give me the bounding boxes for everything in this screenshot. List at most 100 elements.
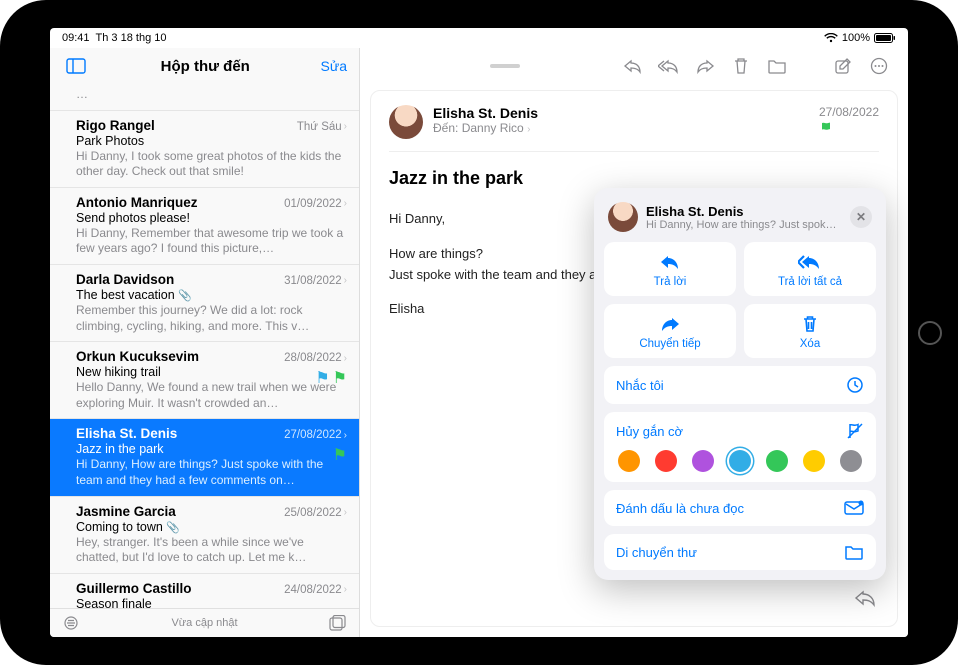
mark-unread-row[interactable]: Đánh dấu là chưa đọc [604,490,876,526]
message-to[interactable]: Đến: Danny Rico › [433,121,538,135]
forward-toolbar-button[interactable] [690,54,720,78]
chevron-right-icon: › [344,430,347,441]
flag-color-blue[interactable] [729,450,751,472]
mail-sender: Orkun Kucuksevim [76,349,199,364]
flag-icon [819,121,879,135]
mail-sender: Elisha St. Denis [76,426,177,441]
mail-item[interactable]: Antonio Manriquez01/09/2022 ›Send photos… [50,188,359,265]
mail-item[interactable]: Elisha St. Denis27/08/2022 ›Jazz in the … [50,419,359,496]
mail-subject: Season finale [76,597,347,608]
close-button[interactable]: ✕ [850,206,872,228]
unflag-row[interactable]: Hủy gắn cờ [604,412,876,482]
flag-color-red[interactable] [655,450,677,472]
envelope-icon [844,500,864,516]
compose-toolbar-button[interactable] [828,54,858,78]
chevron-right-icon: › [527,124,530,135]
wifi-icon [824,33,838,43]
mail-date: 24/08/2022 › [284,584,347,596]
remind-me-row[interactable]: Nhắc tôi [604,366,876,404]
message-content-pane: Elisha St. Denis Đến: Danny Rico › 27/08… [360,48,908,637]
reply-fab-button[interactable] [851,584,879,612]
mail-date: Thứ Sáu › [297,121,347,133]
forward-tile[interactable]: Chuyển tiếp [604,304,736,358]
battery-icon [874,33,896,43]
popover-sender-name: Elisha St. Denis [646,204,842,219]
mail-sender: Jasmine Garcia [76,504,176,519]
status-bar: 09:41 Th 3 18 thg 10 100% [50,28,908,48]
forward-icon [610,314,730,334]
mail-subject: Send photos please! [76,211,347,225]
reply-all-icon [750,252,870,272]
mail-item[interactable]: … [50,84,359,111]
mail-flags: ⚑⚑ [315,368,347,388]
trash-toolbar-button[interactable] [726,54,756,78]
message-subject: Jazz in the park [389,168,879,189]
chevron-right-icon: › [344,275,347,286]
updated-label: Vừa cập nhật [171,617,237,629]
compose-button[interactable] [329,615,347,631]
mail-item[interactable]: Guillermo Castillo 24/08/2022 ›Season fin… [50,574,359,608]
flag-color-green[interactable] [766,450,788,472]
mailbox-sidebar: Hộp thư đến Sửa … Rigo Rangel Thứ Sáu ›Par… [50,48,360,637]
edit-button[interactable]: Sửa [321,58,348,74]
reply-toolbar-button[interactable] [618,54,648,78]
mail-preview: Hello Danny, We found a new trail when w… [76,380,347,411]
mail-subject: Park Photos [76,134,347,148]
mail-preview: Hi Danny, I took some great photos of th… [76,149,347,180]
chevron-right-icon: › [344,507,347,518]
reply-tile[interactable]: Trả lời [604,242,736,296]
mailbox-title: Hộp thư đến [161,58,250,75]
drag-handle[interactable] [490,64,520,68]
mail-date: 28/08/2022 › [284,352,347,364]
chevron-right-icon: › [344,353,347,364]
mail-sender: Rigo Rangel [76,118,155,133]
status-date: Th 3 18 thg 10 [96,32,167,44]
move-message-row[interactable]: Di chuyển thư [604,534,876,570]
filter-button[interactable] [62,616,80,630]
message-date: 27/08/2022 [819,105,879,119]
sidebar-toggle-button[interactable] [62,54,90,78]
mail-subject: The best vacation 📎 [76,288,347,302]
mail-subject: New hiking trail [76,365,347,379]
popover-avatar [608,202,638,232]
unflag-icon [846,422,864,440]
folder-icon [844,544,864,560]
mail-item[interactable]: Orkun Kucuksevim 28/08/2022 ›New hiking t… [50,342,359,419]
mail-item[interactable]: Jasmine Garcia 25/08/2022 ›Coming to town… [50,497,359,574]
chevron-right-icon: › [344,121,347,132]
flag-color-yellow[interactable] [803,450,825,472]
mail-preview: Remember this journey? We did a lot: roc… [76,303,347,334]
clock-icon [846,376,864,394]
mail-sender: Guillermo Castillo [76,581,192,596]
mail-subject: Jazz in the park [76,442,347,456]
move-toolbar-button[interactable] [762,54,792,78]
home-button[interactable] [918,321,942,345]
mail-list[interactable]: …Rigo RangelThứ Sáu ›Park PhotosHi Danny… [50,84,359,608]
mail-flags: ⚑ [333,445,347,465]
flag-color-orange[interactable] [618,450,640,472]
mail-date: 25/08/2022 › [284,507,347,519]
chevron-right-icon: › [344,584,347,595]
mail-item[interactable]: Darla Davidson 31/08/2022 ›The best vacat… [50,265,359,342]
flag-color-gray[interactable] [840,450,862,472]
mail-subject: Coming to town 📎 [76,520,347,534]
mail-preview: Hey, stranger. It's been a while since w… [76,535,347,566]
attachment-icon: 📎 [178,290,192,302]
message-action-popover: Elisha St. Denis Hi Danny, How are thing… [594,188,886,580]
mail-item[interactable]: Rigo Rangel Thứ Sáu ›Park PhotosHi Danny,… [50,111,359,188]
mail-sender: Antonio Manriquez [76,195,198,210]
delete-tile[interactable]: Xóa [744,304,876,358]
message-from[interactable]: Elisha St. Denis [433,105,538,121]
mail-preview: Hi Danny, How are things? Just spoke wit… [76,457,347,488]
sender-avatar[interactable] [389,105,423,139]
status-time: 09:41 [62,32,90,44]
attachment-icon: 📎 [166,522,180,534]
flag-color-purple[interactable] [692,450,714,472]
mail-date: 31/08/2022 › [284,275,347,287]
reply-all-toolbar-button[interactable] [654,54,684,78]
reply-all-tile[interactable]: Trả lời tất cả [744,242,876,296]
chevron-right-icon: › [344,198,347,209]
mail-sender: Darla Davidson [76,272,174,287]
mail-preview: Hi Danny, Remember that awesome trip we … [76,226,347,257]
more-toolbar-button[interactable] [864,54,894,78]
